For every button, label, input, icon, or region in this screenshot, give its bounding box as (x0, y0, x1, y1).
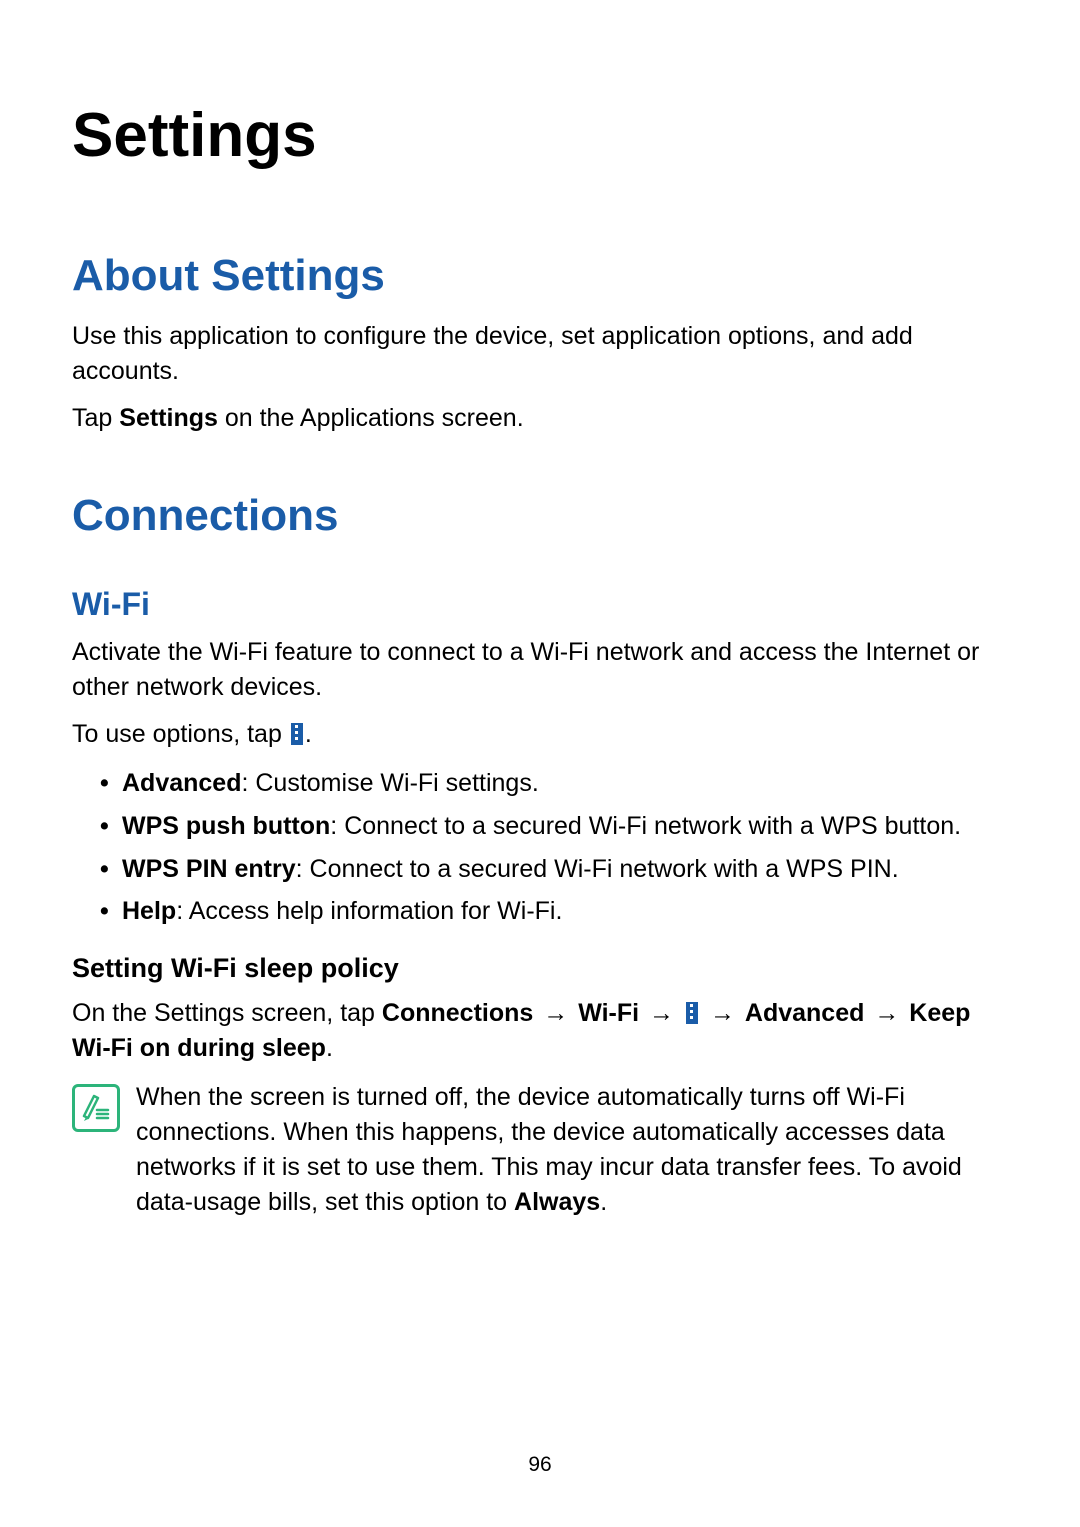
note-always-label: Always (514, 1188, 600, 1216)
page-number: 96 (0, 1453, 1080, 1477)
more-options-icon (686, 1002, 698, 1024)
arrow-icon: → (543, 999, 568, 1027)
settings-app-label: Settings (119, 404, 218, 432)
text-fragment: Tap (72, 404, 119, 432)
option-desc: : Connect to a secured Wi-Fi network wit… (296, 855, 899, 883)
about-settings-para1: Use this application to configure the de… (72, 319, 1008, 389)
option-label: Advanced (122, 769, 241, 797)
connections-heading: Connections (72, 491, 1008, 541)
page-content: Settings About Settings Use this applica… (0, 0, 1080, 1220)
wifi-para2: To use options, tap . (72, 717, 1008, 752)
about-settings-para2: Tap Settings on the Applications screen. (72, 401, 1008, 436)
about-settings-heading: About Settings (72, 251, 1008, 301)
text-fragment: To use options, tap (72, 720, 289, 748)
arrow-icon: → (649, 999, 674, 1027)
sleep-policy-heading: Setting Wi-Fi sleep policy (72, 953, 1008, 984)
text-fragment: On the Settings screen, tap (72, 999, 382, 1027)
arrow-icon: → (874, 999, 899, 1027)
path-wifi: Wi-Fi (578, 999, 639, 1027)
list-item: Help: Access help information for Wi-Fi. (100, 892, 1008, 931)
arrow-icon: → (710, 999, 735, 1027)
list-item: Advanced: Customise Wi-Fi settings. (100, 764, 1008, 803)
wifi-para1: Activate the Wi-Fi feature to connect to… (72, 635, 1008, 705)
page-title: Settings (72, 100, 1008, 171)
option-label: WPS push button (122, 812, 330, 840)
wifi-heading: Wi-Fi (72, 586, 1008, 623)
more-options-icon (291, 723, 303, 745)
text-fragment: on the Applications screen. (218, 404, 524, 432)
note-text: When the screen is turned off, the devic… (136, 1080, 1008, 1220)
text-fragment: . (305, 720, 312, 748)
path-advanced: Advanced (745, 999, 864, 1027)
list-item: WPS PIN entry: Connect to a secured Wi-F… (100, 850, 1008, 889)
sleep-policy-path: On the Settings screen, tap Connections … (72, 996, 1008, 1066)
wifi-options-list: Advanced: Customise Wi-Fi settings. WPS … (100, 764, 1008, 931)
option-label: WPS PIN entry (122, 855, 296, 883)
text-fragment: . (326, 1034, 333, 1062)
option-label: Help (122, 897, 176, 925)
option-desc: : Access help information for Wi-Fi. (176, 897, 562, 925)
list-item: WPS push button: Connect to a secured Wi… (100, 807, 1008, 846)
path-connections: Connections (382, 999, 533, 1027)
text-fragment: . (600, 1188, 607, 1216)
note-icon (72, 1084, 120, 1132)
option-desc: : Customise Wi-Fi settings. (241, 769, 538, 797)
option-desc: : Connect to a secured Wi-Fi network wit… (330, 812, 961, 840)
note-block: When the screen is turned off, the devic… (72, 1080, 1008, 1220)
